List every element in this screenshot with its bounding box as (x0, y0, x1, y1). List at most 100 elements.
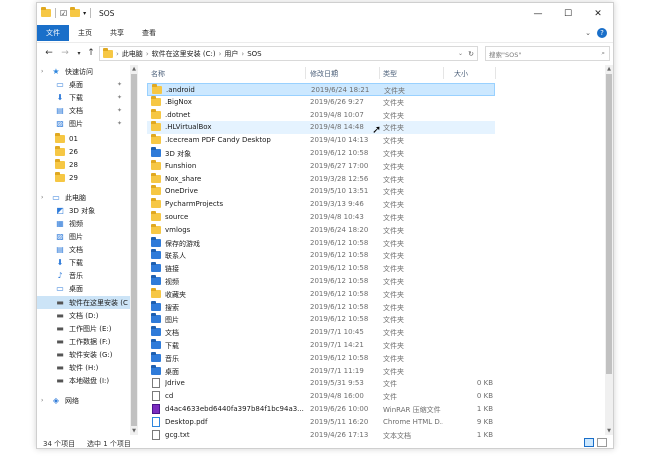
sidebar-item[interactable]: › ◈ 网络 (37, 394, 130, 407)
breadcrumb-users[interactable]: 用户 (224, 49, 238, 59)
file-row[interactable]: 图片 2019/6/12 10:58 文件夹 (147, 313, 495, 326)
maximize-button[interactable]: ☐ (553, 3, 583, 25)
column-size[interactable]: 大小 (454, 69, 468, 79)
pin-icon[interactable]: ✦ (117, 107, 122, 114)
sidebar-item[interactable]: ▬ 工作数据 (F:) (37, 335, 130, 348)
large-icons-view-icon[interactable] (597, 438, 607, 447)
chevron-right-icon[interactable]: › (241, 50, 244, 58)
file-row[interactable]: 保存的游戏 2019/6/12 10:58 文件夹 (147, 236, 495, 250)
file-row[interactable]: Desktop.pdf 2019/5/11 16:20 Chrome HTML D.… (147, 416, 495, 429)
file-row[interactable]: 收藏夹 2019/6/12 10:58 文件夹 (147, 287, 495, 301)
sidebar-item[interactable]: ⬇ 下载 (37, 256, 130, 269)
file-row[interactable]: cd 2019/4/8 16:00 文件 0 KB (147, 390, 495, 403)
details-view-icon[interactable] (584, 438, 594, 447)
sidebar-item[interactable]: ▬ 软件 (H:) (37, 361, 130, 374)
sidebar-item[interactable]: ▨ 图片 (37, 230, 130, 243)
file-row[interactable]: d4ac4633ebd6440fa397b84f1bc94a3... 2019/6… (147, 403, 495, 416)
sidebar-item[interactable]: 29 (37, 171, 130, 184)
sidebar-item[interactable]: ▭ 桌面 (37, 282, 130, 295)
expand-ribbon-icon[interactable]: ⌄ (585, 29, 591, 37)
tab-share[interactable]: 共享 (101, 25, 133, 41)
sidebar-item[interactable]: ♪ 音乐 (37, 269, 130, 282)
forward-arrow-icon[interactable]: → (59, 47, 71, 59)
expand-chevron-icon[interactable]: › (41, 194, 43, 201)
file-row[interactable]: 搜索 2019/6/12 10:58 文件夹 (147, 300, 495, 314)
sidebar-item[interactable]: ▬ 工作图片 (E:) (37, 322, 130, 335)
address-bar[interactable]: › 此电脑 › 软件在这里安装 (C:) › 用户 › SOS ⌄ ↻ (99, 46, 478, 61)
sidebar-item[interactable]: ▬ 本地磁盘 (I:) (37, 374, 130, 387)
close-button[interactable]: ✕ (583, 3, 613, 25)
column-divider[interactable] (495, 67, 496, 79)
scroll-up-icon[interactable]: ▲ (130, 65, 138, 73)
sidebar-item[interactable]: ▭ 桌面 ✦ (37, 78, 130, 91)
file-row[interactable]: Jdrive 2019/5/31 9:53 文件 0 KB (147, 377, 495, 390)
chevron-right-icon[interactable]: › (146, 50, 149, 58)
chevron-right-icon[interactable]: › (219, 50, 222, 58)
sidebar-item[interactable]: ▬ 软件在这里安装 (C (37, 296, 130, 309)
file-row[interactable]: 联系人 2019/6/12 10:58 文件夹 (147, 249, 495, 262)
expand-chevron-icon[interactable]: › (41, 68, 43, 75)
column-divider[interactable] (305, 67, 306, 79)
scrollbar-thumb[interactable] (131, 74, 137, 426)
refresh-icon[interactable]: ↻ (468, 50, 474, 58)
tab-home[interactable]: 主页 (69, 25, 101, 41)
sidebar-item[interactable]: ▤ 文档 ✦ (37, 104, 130, 117)
column-divider[interactable] (443, 67, 444, 79)
help-icon[interactable]: ? (597, 28, 607, 38)
breadcrumb-sos[interactable]: SOS (247, 50, 261, 58)
sidebar-item[interactable]: 01 (37, 132, 130, 145)
file-row[interactable]: Funshion 2019/6/27 17:00 文件夹 (147, 159, 495, 173)
file-row[interactable]: .BigNox 2019/6/26 9:27 文件夹 (147, 95, 495, 109)
file-row[interactable]: Nox_share 2019/3/28 12:56 文件夹 (147, 172, 495, 186)
file-row[interactable]: 下载 2019/7/1 14:21 文件夹 (147, 339, 495, 352)
column-divider[interactable] (379, 67, 380, 79)
folder-icon[interactable] (41, 7, 51, 17)
breadcrumb-drive-c[interactable]: 软件在这里安装 (C:) (152, 49, 216, 59)
file-row[interactable]: OneDrive 2019/5/10 13:51 文件夹 (147, 185, 495, 198)
file-row[interactable]: .dotnet 2019/4/8 10:07 文件夹 (147, 108, 495, 122)
file-row[interactable]: .HLVirtualBox 2019/4/8 14:48 文件夹 (147, 121, 495, 135)
file-row[interactable]: vmlogs 2019/6/24 18:20 文件夹 (147, 223, 495, 237)
sidebar-item[interactable]: › ★ 快速访问 (37, 65, 130, 78)
file-row[interactable]: 视频 2019/6/12 10:58 文件夹 (147, 275, 495, 288)
new-folder-icon[interactable] (70, 7, 81, 17)
sidebar-item[interactable]: ▬ 文档 (D:) (37, 309, 130, 322)
back-arrow-icon[interactable]: ← (43, 47, 55, 59)
tab-file[interactable]: 文件 (37, 25, 69, 41)
sidebar-item[interactable]: ▨ 图片 ✦ (37, 117, 130, 130)
scroll-down-icon[interactable]: ▼ (130, 427, 138, 435)
tab-view[interactable]: 查看 (133, 25, 165, 41)
sidebar-item[interactable]: ▤ 文档 (37, 243, 130, 256)
file-row[interactable]: source 2019/4/8 10:43 文件夹 (147, 211, 495, 224)
file-row[interactable]: 3D 对象 2019/6/12 10:58 文件夹 (147, 147, 495, 160)
scroll-up-icon[interactable]: ▲ (605, 65, 613, 73)
file-row[interactable]: 桌面 2019/7/1 11:19 文件夹 (147, 364, 495, 378)
sidebar-item[interactable]: ▦ 视频 (37, 217, 130, 230)
column-type[interactable]: 类型 (383, 69, 397, 79)
breadcrumb-this-pc[interactable]: 此电脑 (122, 49, 143, 59)
chevron-down-icon[interactable]: ▾ (83, 10, 86, 17)
sidebar-item[interactable]: ⬇ 下载 ✦ (37, 91, 130, 104)
sidebar-item[interactable]: ◩ 3D 对象 (37, 204, 130, 217)
sidebar-item[interactable]: 28 (37, 158, 130, 171)
sidebar-item[interactable]: 26 (37, 145, 130, 158)
up-arrow-icon[interactable]: ↑ (85, 47, 97, 59)
file-row[interactable]: .android 2019/6/24 18:21 文件夹 (147, 83, 495, 96)
sidebar-item[interactable]: › ▭ 此电脑 (37, 191, 130, 204)
minimize-button[interactable]: — (523, 3, 553, 25)
search-input[interactable]: 搜索"SOS" ⌕ (485, 46, 610, 61)
pin-icon[interactable]: ✦ (117, 94, 122, 101)
address-dropdown-icon[interactable]: ⌄ (458, 50, 463, 57)
scroll-down-icon[interactable]: ▼ (605, 427, 613, 435)
expand-chevron-icon[interactable]: › (41, 397, 43, 404)
file-row[interactable]: .Icecream PDF Candy Desktop 2019/4/10 14:… (147, 134, 495, 147)
file-row[interactable]: 音乐 2019/6/12 10:58 文件夹 (147, 351, 495, 365)
file-row[interactable]: 文档 2019/7/1 10:45 文件夹 (147, 326, 495, 339)
sidebar-item[interactable]: ▬ 软件安装 (G:) (37, 348, 130, 361)
scrollbar-thumb[interactable] (606, 74, 612, 374)
column-name[interactable]: 名称 (151, 69, 165, 79)
file-list-scrollbar[interactable]: ▲ ▼ (605, 65, 613, 435)
recent-locations-icon[interactable]: ▾ (73, 47, 85, 59)
properties-icon[interactable]: ☑ (60, 9, 67, 18)
navigation-scrollbar[interactable]: ▲ ▼ (130, 65, 138, 435)
